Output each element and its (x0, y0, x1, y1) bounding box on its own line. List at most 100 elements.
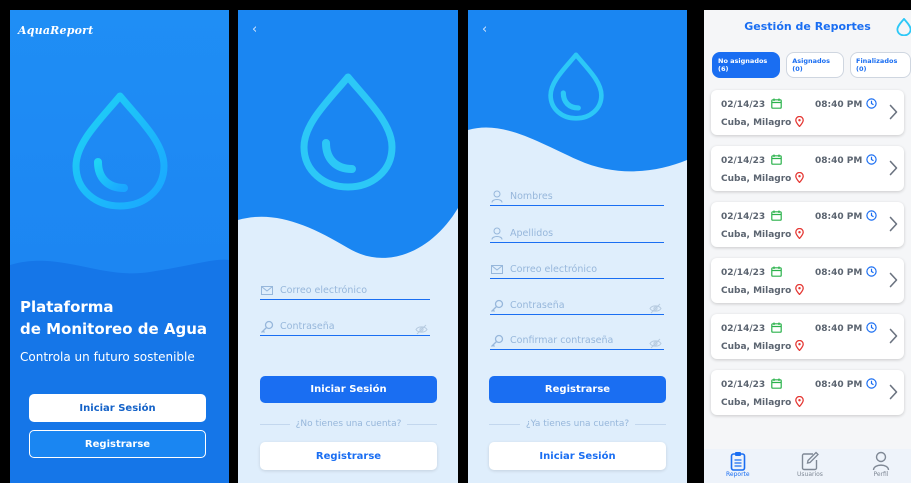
report-card[interactable]: 02/14/23 08:40 PM Cuba, Milagro (711, 370, 904, 415)
report-location: Cuba, Milagro (721, 171, 805, 186)
calendar-icon (771, 154, 782, 168)
report-location-text: Cuba, Milagro (721, 342, 792, 352)
report-date-text: 02/14/23 (721, 212, 766, 222)
map-pin-icon (795, 227, 805, 242)
report-card[interactable]: 02/14/23 08:40 PM Cuba, Milagro (711, 314, 904, 359)
register-login-button[interactable]: Iniciar Sesión (489, 442, 666, 470)
tab-unassigned[interactable]: No asignados (6) (712, 52, 781, 78)
tab-finished[interactable]: Finalizados (0) (850, 52, 911, 78)
report-time: 08:40 PM (815, 322, 878, 336)
calendar-icon (771, 378, 782, 392)
water-drop-icon (72, 92, 168, 210)
chevron-right-icon[interactable] (889, 160, 898, 180)
login-register-button[interactable]: Registrarse (260, 442, 437, 470)
report-time: 08:40 PM (815, 210, 878, 224)
nav-label-usuarios: Usuarios (797, 471, 823, 478)
login-screen: ‹ Correo electrónico Contraseña Iniciar … (238, 10, 458, 483)
calendar-icon (771, 322, 782, 336)
register-surnames-field[interactable]: Apellidos (490, 225, 664, 243)
report-time: 08:40 PM (815, 98, 878, 112)
chevron-right-icon[interactable] (889, 272, 898, 292)
nav-item-reporte[interactable]: Reporte (726, 451, 750, 478)
register-screen: ‹ Nombres Apellidos Correo electrónico C… (468, 10, 687, 483)
register-confirm-password-placeholder: Confirmar contraseña (510, 335, 614, 346)
water-drop-icon (548, 52, 604, 121)
report-time: 08:40 PM (815, 378, 878, 392)
have-account-divider: ¿Ya tienes una cuenta? (489, 419, 666, 429)
nav-item-usuarios[interactable]: Usuarios (797, 451, 823, 478)
nav-item-perfil[interactable]: Perfil (872, 451, 890, 478)
report-tabs: No asignados (6) Asignados (0) Finalizad… (712, 52, 911, 78)
edit-icon (801, 451, 819, 471)
register-confirm-password-field[interactable]: Confirmar contraseña (490, 332, 664, 350)
nav-label-perfil: Perfil (873, 471, 889, 478)
calendar-icon (771, 98, 782, 112)
report-location-text: Cuba, Milagro (721, 398, 792, 408)
register-names-field[interactable]: Nombres (490, 188, 664, 206)
report-date: 02/14/23 (721, 98, 782, 112)
eye-off-icon[interactable] (415, 320, 428, 339)
login-email-placeholder: Correo electrónico (280, 285, 368, 296)
report-time-text: 08:40 PM (815, 324, 863, 334)
user-icon (490, 190, 504, 204)
clock-icon (866, 154, 878, 168)
map-pin-icon (795, 283, 805, 298)
reports-screen: Gestión de Reportes No asignados (6) Asi… (704, 10, 911, 483)
key-icon (490, 299, 504, 313)
clock-icon (866, 98, 878, 112)
stage: AquaReport Plataforma de Monitoreo de Ag… (0, 0, 911, 483)
back-icon[interactable]: ‹ (482, 22, 487, 37)
mail-icon (260, 284, 274, 298)
login-submit-button[interactable]: Iniciar Sesión (260, 376, 437, 403)
bottom-nav: Reporte Usuarios Perfil (704, 449, 911, 483)
report-location-text: Cuba, Milagro (721, 230, 792, 240)
welcome-register-button[interactable]: Registrarse (29, 430, 206, 458)
login-email-field[interactable]: Correo electrónico (260, 282, 430, 300)
welcome-headline-1: Plataforma (20, 298, 114, 316)
tab-assigned[interactable]: Asignados (0) (786, 52, 845, 78)
register-password-placeholder: Contraseña (510, 300, 565, 311)
report-time-text: 08:40 PM (815, 156, 863, 166)
chevron-right-icon[interactable] (889, 216, 898, 236)
brand-logo: AquaReport (18, 24, 94, 37)
report-location: Cuba, Milagro (721, 283, 805, 298)
report-location: Cuba, Milagro (721, 227, 805, 242)
welcome-login-button[interactable]: Iniciar Sesión (29, 394, 206, 422)
back-icon[interactable]: ‹ (252, 22, 257, 37)
report-date: 02/14/23 (721, 266, 782, 280)
report-date-text: 02/14/23 (721, 156, 766, 166)
report-location: Cuba, Milagro (721, 395, 805, 410)
chevron-right-icon[interactable] (889, 104, 898, 124)
report-date-text: 02/14/23 (721, 324, 766, 334)
report-card[interactable]: 02/14/23 08:40 PM Cuba, Milagro (711, 146, 904, 191)
report-location-text: Cuba, Milagro (721, 286, 792, 296)
report-date: 02/14/23 (721, 378, 782, 392)
register-submit-button[interactable]: Registrarse (489, 376, 666, 403)
report-card[interactable]: 02/14/23 08:40 PM Cuba, Milagro (711, 90, 904, 135)
clock-icon (866, 378, 878, 392)
report-time: 08:40 PM (815, 154, 878, 168)
login-password-field[interactable]: Contraseña (260, 318, 430, 336)
key-icon (260, 320, 274, 334)
map-pin-icon (795, 171, 805, 186)
report-card[interactable]: 02/14/23 08:40 PM Cuba, Milagro (711, 258, 904, 303)
map-pin-icon (795, 395, 805, 410)
register-password-field[interactable]: Contraseña (490, 297, 664, 315)
user-icon (872, 451, 890, 471)
login-password-placeholder: Contraseña (280, 321, 335, 332)
report-date-text: 02/14/23 (721, 100, 766, 110)
report-date: 02/14/23 (721, 154, 782, 168)
register-email-field[interactable]: Correo electrónico (490, 261, 664, 279)
chevron-right-icon[interactable] (889, 328, 898, 348)
report-card[interactable]: 02/14/23 08:40 PM Cuba, Milagro (711, 202, 904, 247)
eye-off-icon[interactable] (649, 334, 662, 353)
report-time-text: 08:40 PM (815, 212, 863, 222)
welcome-screen: AquaReport Plataforma de Monitoreo de Ag… (10, 10, 229, 483)
eye-off-icon[interactable] (649, 299, 662, 318)
key-icon (490, 334, 504, 348)
chevron-right-icon[interactable] (889, 384, 898, 404)
report-date-text: 02/14/23 (721, 380, 766, 390)
nav-label-reporte: Reporte (726, 471, 750, 478)
no-account-text: ¿No tienes una cuenta? (295, 419, 402, 429)
calendar-icon (771, 266, 782, 280)
